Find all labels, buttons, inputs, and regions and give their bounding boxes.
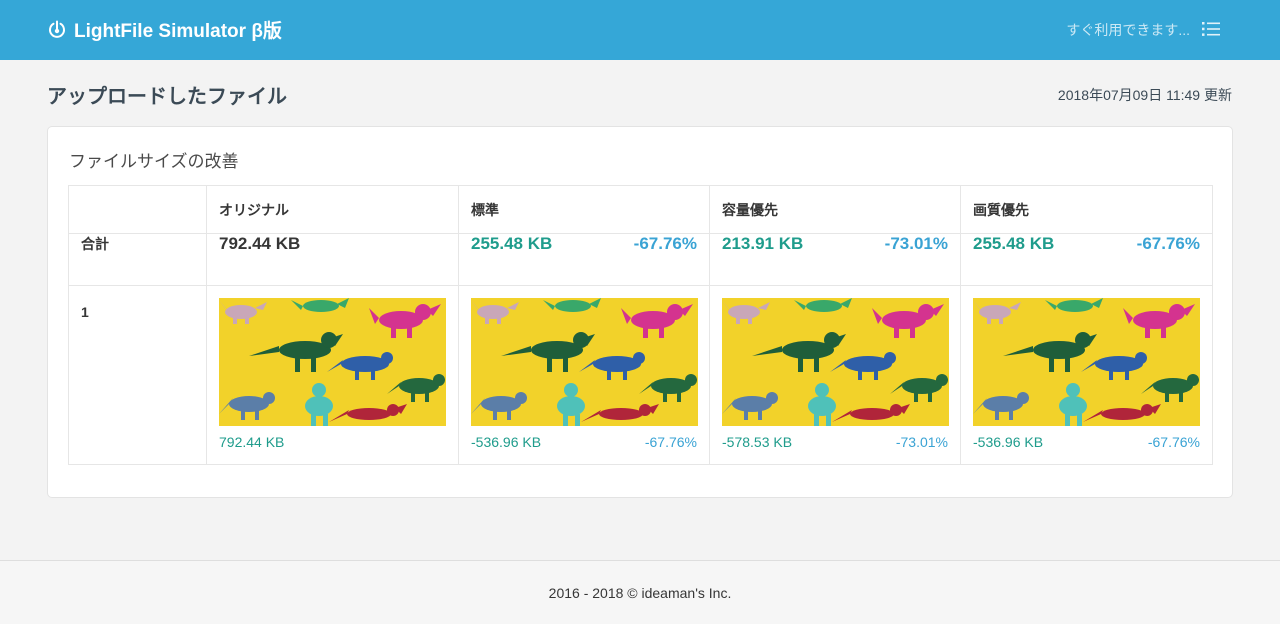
total-quality-pct: -67.76%: [1136, 234, 1200, 253]
file-size-table: オリジナル 標準 容量優先 画質優先 合計 792.44 KB 255.48 K…: [68, 185, 1213, 465]
standard-thumbnail[interactable]: [471, 298, 698, 426]
page-footer: 2016 - 2018 © ideaman's Inc.: [0, 560, 1280, 624]
original-file-size: 792.44 KB: [219, 434, 285, 450]
total-label: 合計: [81, 236, 109, 252]
brand-title: LightFile Simulator β版: [74, 20, 282, 42]
file-row-label: 1: [81, 304, 89, 320]
card-title: ファイルサイズの改善: [69, 152, 239, 171]
col-header-quality: 画質優先: [960, 185, 1213, 234]
list-icon: [1202, 21, 1220, 40]
nav-menu-text: すぐ利用できます...: [1066, 22, 1190, 38]
updated-timestamp: 2018年07月09日 11:49 更新: [1057, 87, 1232, 103]
quality-thumbnail[interactable]: [973, 298, 1200, 426]
total-standard: 255.48 KB -67.76%: [471, 234, 697, 254]
standard-file-size: -536.96 KB: [471, 434, 542, 450]
col-header-blank: [68, 185, 207, 234]
capacity-file-size: -578.53 KB: [722, 434, 793, 450]
total-capacity: 213.91 KB -73.01%: [722, 234, 948, 254]
total-row: 合計 792.44 KB 255.48 KB -67.76% 213.91 KB…: [68, 233, 1213, 286]
top-navbar: LightFile Simulator β版 すぐ利用できます...: [0, 0, 1280, 60]
nav-menu-toggle[interactable]: すぐ利用できます...: [1066, 18, 1220, 42]
standard-file-pct: -67.76%: [644, 434, 697, 450]
total-quality: 255.48 KB -67.76%: [973, 234, 1200, 254]
file-size-card: ファイルサイズの改善 オリジナル 標準 容量優先 画質優先 合計 792.44 …: [47, 126, 1233, 498]
table-header-row: オリジナル 標準 容量優先 画質優先: [68, 185, 1213, 234]
quality-file-size: -536.96 KB: [973, 434, 1044, 450]
total-original-size: 792.44 KB: [219, 234, 301, 253]
capacity-file-pct: -73.01%: [895, 434, 948, 450]
total-quality-size: 255.48 KB: [973, 234, 1055, 253]
power-icon: [48, 20, 66, 38]
original-thumbnail[interactable]: [219, 298, 446, 426]
total-capacity-pct: -73.01%: [884, 234, 948, 253]
total-capacity-size: 213.91 KB: [722, 234, 804, 253]
page-title: アップロードしたファイル: [47, 86, 287, 108]
col-header-capacity: 容量優先: [709, 185, 961, 234]
total-standard-pct: -67.76%: [633, 234, 697, 253]
col-header-original: オリジナル: [206, 185, 459, 234]
footer-copyright: 2016 - 2018 © ideaman's Inc.: [548, 584, 732, 601]
col-header-standard: 標準: [458, 185, 710, 234]
quality-file-pct: -67.76%: [1147, 434, 1200, 450]
total-standard-size: 255.48 KB: [471, 234, 553, 253]
table-row: 1 792.44 KB -536.96 KB -67.76% -578.53 K…: [68, 285, 1213, 465]
capacity-thumbnail[interactable]: [722, 298, 949, 426]
brand-link[interactable]: LightFile Simulator β版: [48, 17, 282, 42]
